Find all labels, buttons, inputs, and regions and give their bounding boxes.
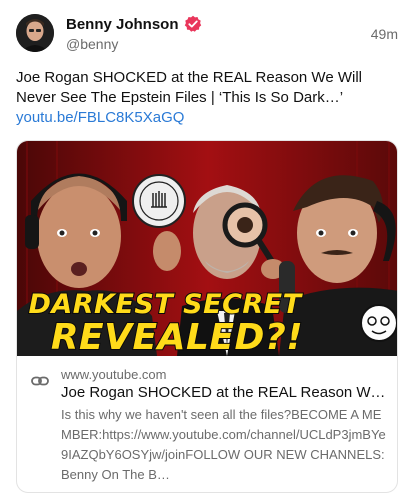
card-domain: www.youtube.com xyxy=(61,367,167,382)
post-card: Benny Johnson @benny 49m Joe Rogan SHOCK… xyxy=(0,0,414,500)
post-body: Joe Rogan SHOCKED at the REAL Reason We … xyxy=(16,68,400,128)
avatar[interactable] xyxy=(16,14,54,52)
post-timestamp[interactable]: 49m xyxy=(371,26,398,42)
card-description: Is this why we haven't seen all the file… xyxy=(61,407,386,482)
author-handle[interactable]: @benny xyxy=(66,36,118,52)
author-display-name[interactable]: Benny Johnson xyxy=(66,16,179,33)
link-preview-card[interactable]: DARKEST SECRET REVEALED?! www.youtube.co… xyxy=(16,140,398,493)
post-link[interactable]: youtu.be/FBLC8K5XaGQ xyxy=(16,108,400,128)
author-row: Benny Johnson xyxy=(66,15,202,33)
card-title[interactable]: Joe Rogan SHOCKED at the REAL Reason We … xyxy=(61,384,389,401)
link-icon xyxy=(31,372,49,390)
verified-badge-icon xyxy=(184,15,202,33)
video-thumbnail[interactable]: DARKEST SECRET REVEALED?! xyxy=(17,141,397,356)
thumbnail-caption-line2: REVEALED?! xyxy=(50,316,304,356)
post-text: Joe Rogan SHOCKED at the REAL Reason We … xyxy=(16,69,362,106)
thumbnail-caption-line1: DARKEST SECRET xyxy=(27,288,302,321)
